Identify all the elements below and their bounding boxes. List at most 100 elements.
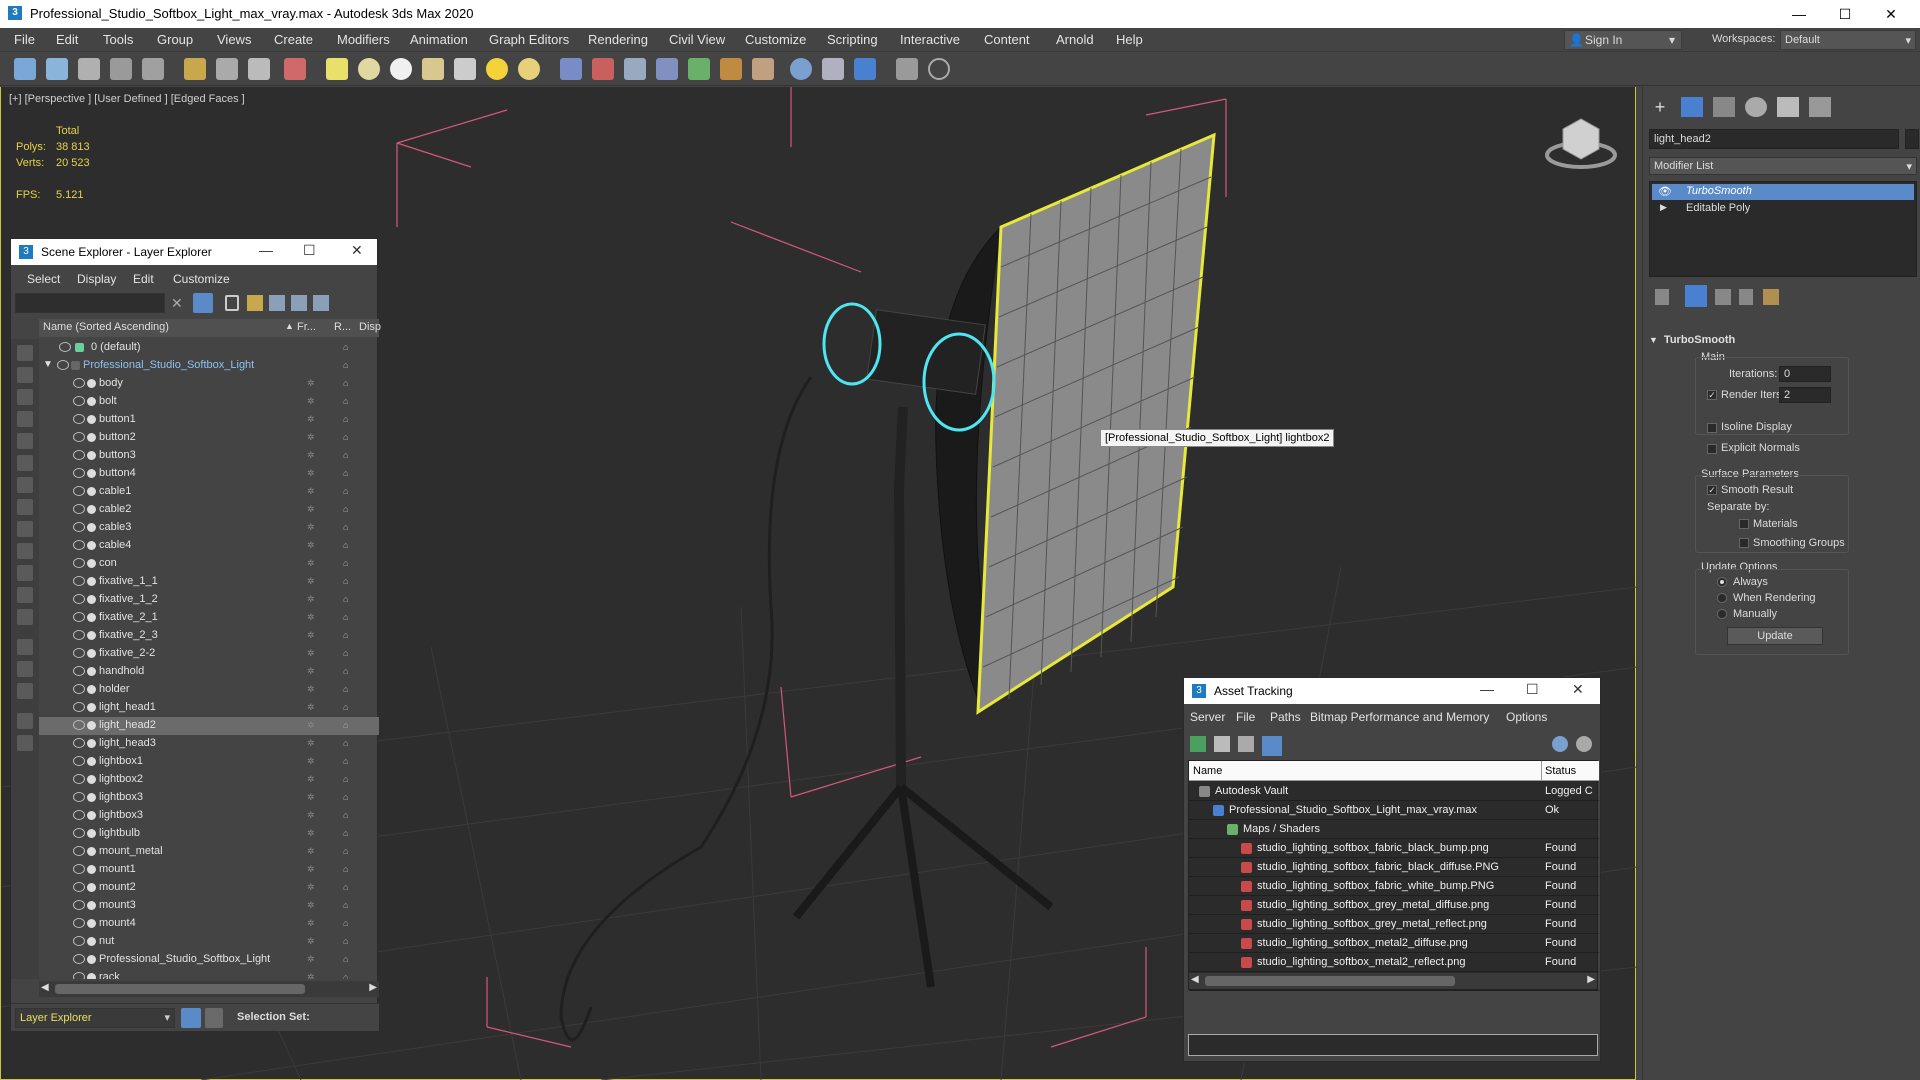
object-row[interactable]: button1 ✲ ⌂	[39, 411, 379, 429]
filter-frozen-icon[interactable]	[17, 565, 33, 581]
object-row[interactable]: cable3 ✲ ⌂	[39, 519, 379, 537]
freeze-icon[interactable]: ✲	[307, 378, 317, 388]
asset-row[interactable]: studio_lighting_softbox_metal2_diffuse.p…	[1189, 934, 1599, 953]
expand-arrow-icon[interactable]: ▶	[1660, 202, 1667, 213]
freeze-icon[interactable]: ✲	[307, 504, 317, 514]
render-icon[interactable]: ⌂	[343, 666, 355, 676]
render-icon[interactable]: ⌂	[343, 432, 355, 442]
freeze-icon[interactable]: ✲	[307, 720, 317, 730]
visibility-eye-icon[interactable]	[73, 450, 85, 460]
asset-icon[interactable]	[896, 58, 918, 80]
render-icon[interactable]: ⌂	[343, 630, 355, 640]
visibility-eye-icon[interactable]	[59, 342, 71, 352]
visibility-eye-icon[interactable]	[73, 792, 85, 802]
menu-civil-view[interactable]: Civil View	[669, 32, 725, 47]
freeze-icon[interactable]: ✲	[307, 414, 317, 424]
render-icon[interactable]: ⌂	[343, 450, 355, 460]
menu-file[interactable]: File	[14, 32, 35, 47]
render-icon[interactable]: ⌂	[343, 594, 355, 604]
render-icon[interactable]: ⌂	[343, 720, 355, 730]
filter-cameras-icon[interactable]	[17, 411, 33, 427]
visibility-eye-icon[interactable]	[73, 864, 85, 874]
filter-xrefs-icon[interactable]	[17, 499, 33, 515]
object-row[interactable]: mount_metal ✲ ⌂	[39, 843, 379, 861]
render-icon[interactable]: ⌂	[343, 558, 355, 568]
object-row[interactable]: mount4 ✲ ⌂	[39, 915, 379, 933]
display-children-icon[interactable]	[17, 639, 33, 655]
menu-interactive[interactable]: Interactive	[900, 32, 960, 47]
visibility-eye-icon[interactable]	[73, 648, 85, 658]
scroll-left-icon[interactable]: ◀	[1191, 974, 1199, 985]
minimize-button[interactable]: —	[1480, 681, 1494, 697]
object-row[interactable]: cable1 ✲ ⌂	[39, 483, 379, 501]
visibility-eye-icon[interactable]	[73, 396, 85, 406]
freeze-icon[interactable]: ✲	[307, 810, 317, 820]
layer-stack-icon[interactable]	[313, 295, 329, 311]
visibility-eye-icon[interactable]	[73, 810, 85, 820]
layer-row-default[interactable]: 0 (default) ⌂	[39, 339, 379, 357]
clear-search-icon[interactable]: ✕	[171, 295, 183, 312]
visibility-eye-icon[interactable]	[73, 504, 85, 514]
maximize-button[interactable]: ☐	[1526, 681, 1539, 698]
object-color-swatch[interactable]	[1905, 129, 1919, 149]
materials-checkbox[interactable]	[1739, 519, 1749, 529]
asset-row[interactable]: studio_lighting_softbox_grey_metal_diffu…	[1189, 896, 1599, 915]
filter-shapes-icon[interactable]	[17, 367, 33, 383]
list-view-icon[interactable]	[1214, 736, 1230, 752]
render-setup-icon[interactable]	[284, 58, 306, 80]
find-icon[interactable]	[17, 735, 33, 751]
col-frozen[interactable]: Fr...	[297, 321, 316, 333]
menu-edit[interactable]: Edit	[56, 32, 78, 47]
object-row[interactable]: mount1 ✲ ⌂	[39, 861, 379, 879]
render-icon[interactable]: ⌂	[343, 414, 355, 424]
hierarchy-mode-icon[interactable]	[205, 1008, 223, 1028]
asset-row[interactable]: Autodesk Vault Logged C	[1189, 782, 1599, 801]
visibility-eye-icon[interactable]	[73, 828, 85, 838]
render-icon[interactable]: ⌂	[343, 936, 355, 946]
filter-hidden-icon[interactable]	[17, 587, 33, 603]
sun-icon[interactable]	[486, 58, 508, 80]
object-row[interactable]: cable4 ✲ ⌂	[39, 537, 379, 555]
at-menu-bitmap[interactable]: Bitmap Performance and Memory	[1310, 710, 1489, 724]
vray-icon[interactable]	[854, 58, 876, 80]
object-row[interactable]: Professional_Studio_Softbox_Light ✲ ⌂	[39, 951, 379, 969]
scroll-right-icon[interactable]: ▶	[369, 982, 377, 993]
visibility-eye-icon[interactable]	[73, 666, 85, 676]
asset-row[interactable]: studio_lighting_softbox_fabric_white_bum…	[1189, 877, 1599, 896]
smooth-result-checkbox[interactable]: ✓	[1707, 485, 1717, 495]
omni-light-icon[interactable]	[518, 58, 540, 80]
freeze-icon[interactable]: ✲	[307, 954, 317, 964]
menu-group[interactable]: Group	[157, 32, 193, 47]
freeze-icon[interactable]: ✲	[307, 684, 317, 694]
dynamics-icon[interactable]	[592, 58, 614, 80]
at-menu-paths[interactable]: Paths	[1270, 710, 1301, 724]
object-row[interactable]: mount3 ✲ ⌂	[39, 897, 379, 915]
visibility-eye-icon[interactable]	[73, 630, 85, 640]
render-icon[interactable]: ⌂	[343, 900, 355, 910]
freeze-icon[interactable]: ✲	[307, 468, 317, 478]
remove-modifier-icon[interactable]	[1739, 289, 1753, 305]
freeze-icon[interactable]: ✲	[307, 972, 317, 979]
object-row[interactable]: lightbox2 ✲ ⌂	[39, 771, 379, 789]
asset-row[interactable]: studio_lighting_softbox_grey_metal_refle…	[1189, 915, 1599, 934]
at-menu-server[interactable]: Server	[1190, 710, 1225, 724]
render-icon[interactable]: ⌂	[343, 486, 355, 496]
hierarchy-tab-icon[interactable]	[1713, 97, 1735, 117]
freeze-icon[interactable]: ✲	[307, 486, 317, 496]
visibility-eye-icon[interactable]	[73, 972, 85, 979]
show-end-result-icon[interactable]	[1685, 285, 1707, 307]
visibility-eye-icon[interactable]	[73, 576, 85, 586]
render-icon[interactable]: ⌂	[343, 846, 355, 856]
table-view-icon[interactable]	[1262, 736, 1282, 756]
at-menu-options[interactable]: Options	[1506, 710, 1547, 724]
render-icon[interactable]: ⌂	[343, 468, 355, 478]
render-icon[interactable]: ⌂	[343, 828, 355, 838]
col-name[interactable]: Name (Sorted Ascending)	[43, 321, 169, 333]
render-icon[interactable]: ⌂	[343, 972, 355, 979]
visibility-eye-icon[interactable]	[73, 468, 85, 478]
render-icon[interactable]: ⌂	[343, 792, 355, 802]
asset-row[interactable]: studio_lighting_softbox_fabric_black_dif…	[1189, 858, 1599, 877]
filter-bones-icon[interactable]	[17, 521, 33, 537]
asset-horizontal-scrollbar[interactable]: ◀ ▶	[1189, 973, 1597, 989]
freeze-icon[interactable]: ✲	[307, 900, 317, 910]
